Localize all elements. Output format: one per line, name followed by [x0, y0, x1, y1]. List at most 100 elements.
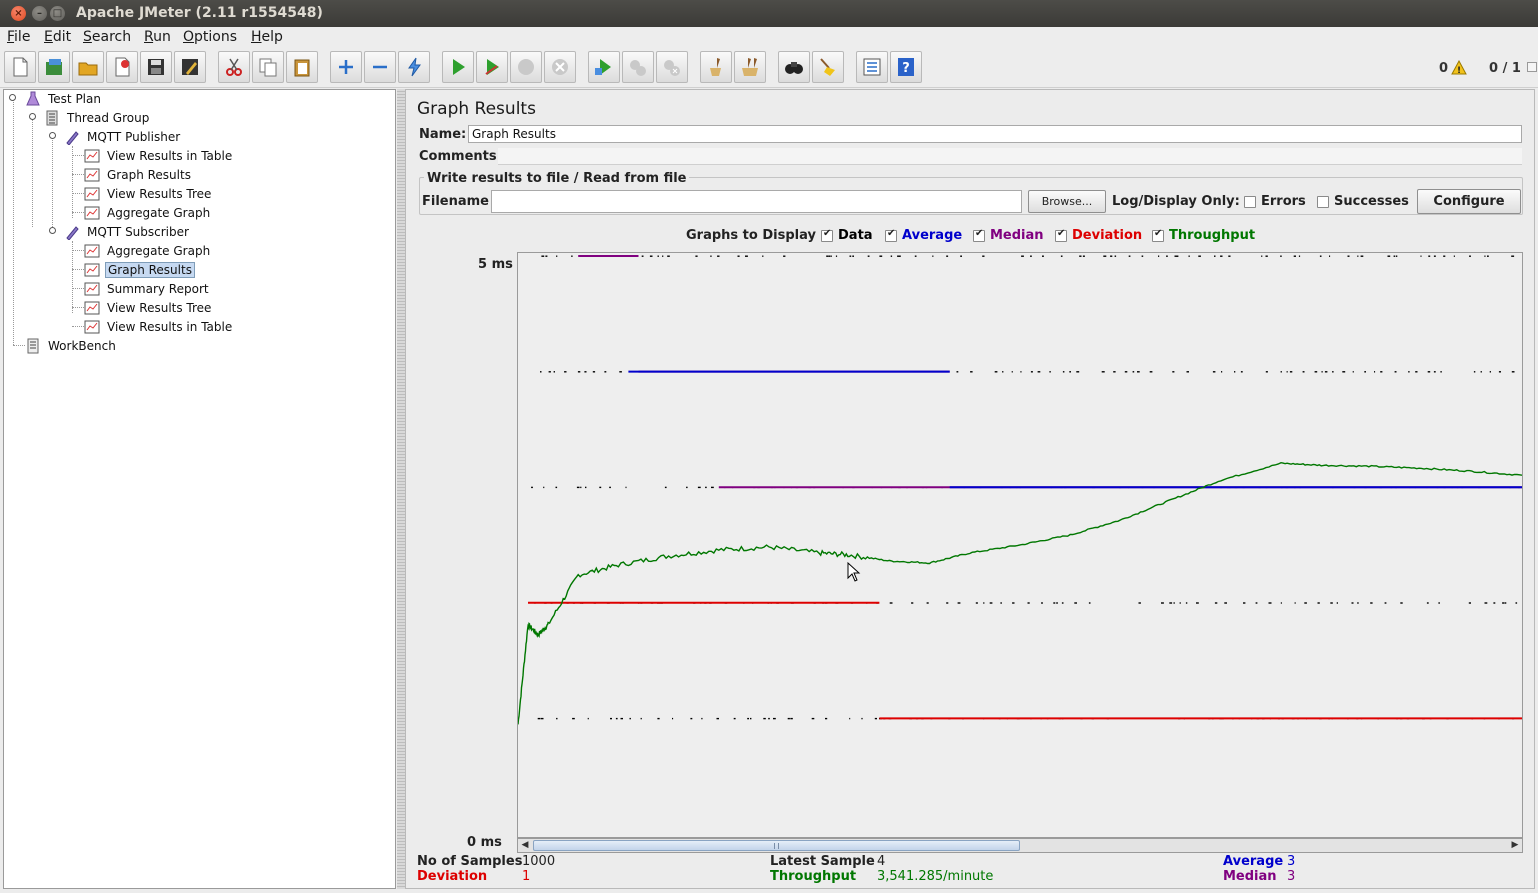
- comments-input[interactable]: [498, 148, 1522, 165]
- shutdown-icon: [552, 59, 568, 75]
- data-graph-checkbox[interactable]: [821, 228, 833, 242]
- save-as-button[interactable]: [174, 51, 206, 83]
- data-point: [1020, 371, 1022, 373]
- deviation-graph-checkbox[interactable]: [1055, 228, 1067, 242]
- data-point: [537, 717, 541, 720]
- tree-item-view-results-tree[interactable]: View Results Tree: [84, 299, 213, 317]
- remote-shutdown-button[interactable]: [656, 51, 688, 83]
- data-point: [1056, 602, 1058, 604]
- data-point: [768, 717, 770, 720]
- shutdown-button[interactable]: [544, 51, 576, 83]
- copy-button[interactable]: [252, 51, 284, 83]
- tree-item-view-results-tree[interactable]: View Results Tree: [84, 185, 213, 203]
- tree-item-aggregate-graph[interactable]: Aggregate Graph: [84, 204, 212, 222]
- stop-button[interactable]: [510, 51, 542, 83]
- data-point: [1468, 602, 1471, 604]
- successes-checkbox[interactable]: [1317, 196, 1329, 208]
- data-point: [1357, 255, 1359, 257]
- tree-item-view-results-in-table[interactable]: View Results in Table: [84, 147, 234, 165]
- search-button[interactable]: [778, 51, 810, 83]
- tree-item-mqtt-subscriber[interactable]: MQTT Subscriber: [64, 223, 191, 241]
- tree-item-summary-report[interactable]: Summary Report: [84, 280, 211, 298]
- throughput-graph-checkbox[interactable]: [1152, 228, 1164, 242]
- menu-edit[interactable]: Edit: [44, 29, 71, 45]
- configure-button[interactable]: Configure: [1417, 189, 1521, 214]
- data-point: [811, 717, 815, 720]
- close-button[interactable]: [106, 51, 138, 83]
- scroll-right-icon[interactable]: ▶: [1509, 840, 1521, 851]
- data-point: [1357, 602, 1359, 604]
- open-button[interactable]: [72, 51, 104, 83]
- start-icon: [453, 59, 465, 75]
- listener-icon: [84, 187, 100, 201]
- reset-search-button[interactable]: [812, 51, 844, 83]
- tree-toggle-mqtt-subscriber[interactable]: [49, 227, 56, 234]
- errors-checkbox[interactable]: [1244, 196, 1256, 208]
- remote-stop-button[interactable]: [622, 51, 654, 83]
- tree-item-mqtt-publisher[interactable]: MQTT Publisher: [64, 128, 182, 146]
- data-point: [889, 602, 893, 604]
- function-helper-button[interactable]: [856, 51, 888, 83]
- menu-file[interactable]: File: [7, 29, 30, 45]
- split-pane-divider[interactable]: [397, 89, 405, 889]
- start-no-pause-button[interactable]: [476, 51, 508, 83]
- menu-search[interactable]: Search: [83, 29, 131, 45]
- window-close-button[interactable]: ×: [11, 6, 26, 21]
- templates-button[interactable]: [38, 51, 70, 83]
- tree-item-graph-results-selected[interactable]: Graph Results: [84, 261, 195, 279]
- data-point: [690, 717, 693, 720]
- window-maximize-button[interactable]: □: [50, 6, 65, 21]
- data-point: [926, 602, 929, 604]
- sampler-icon: [66, 131, 79, 145]
- new-button[interactable]: [4, 51, 36, 83]
- tree-toggle-test-plan[interactable]: [9, 94, 16, 101]
- toggle-button[interactable]: [398, 51, 430, 83]
- page-title: Graph Results: [417, 99, 536, 119]
- clear-all-button[interactable]: [734, 51, 766, 83]
- menu-help[interactable]: Help: [251, 29, 283, 45]
- menu-run[interactable]: Run: [144, 29, 171, 45]
- data-point: [745, 255, 748, 257]
- median-graph-checkbox[interactable]: [973, 228, 985, 242]
- scrollbar-thumb[interactable]: [533, 840, 1020, 851]
- data-point: [717, 255, 720, 257]
- data-point: [657, 255, 659, 257]
- filename-input[interactable]: [491, 190, 1022, 213]
- data-point: [879, 255, 883, 257]
- data-point: [1220, 255, 1223, 257]
- average-graph-checkbox[interactable]: [885, 228, 897, 242]
- tree-item-thread-group[interactable]: Thread Group: [44, 109, 151, 127]
- browse-button[interactable]: Browse...: [1028, 190, 1106, 213]
- tree-guide: [72, 212, 84, 213]
- scroll-left-icon[interactable]: ◀: [519, 840, 531, 851]
- data-point: [1324, 371, 1328, 373]
- tree-item-graph-results[interactable]: Graph Results: [84, 166, 193, 184]
- tree-item-aggregate-graph[interactable]: Aggregate Graph: [84, 242, 212, 260]
- tree-toggle-thread-group[interactable]: [29, 113, 36, 120]
- remote-start-button[interactable]: [588, 51, 620, 83]
- help-button[interactable]: ?: [890, 51, 922, 83]
- paste-button[interactable]: [286, 51, 318, 83]
- expand-button[interactable]: [330, 51, 362, 83]
- tree-toggle-mqtt-publisher[interactable]: [49, 132, 56, 139]
- menu-options[interactable]: Options: [183, 29, 237, 45]
- collapse-button[interactable]: [364, 51, 396, 83]
- window-minimize-button[interactable]: –: [32, 6, 47, 21]
- clear-button[interactable]: [700, 51, 732, 83]
- warning-icon[interactable]: !: [1451, 60, 1467, 75]
- tree-item-workbench[interactable]: WorkBench: [25, 337, 118, 355]
- start-button[interactable]: [442, 51, 474, 83]
- median-stat-label: Median: [1223, 869, 1277, 884]
- data-point: [576, 486, 580, 489]
- data-point: [1489, 371, 1491, 373]
- name-input[interactable]: [468, 125, 1522, 143]
- tree-item-test-plan[interactable]: Test Plan: [25, 90, 103, 108]
- tree-guide: [13, 98, 14, 345]
- data-point: [548, 371, 551, 373]
- tree-item-view-results-in-table[interactable]: View Results in Table: [84, 318, 234, 336]
- workbench-icon: [27, 338, 39, 354]
- remote-shutdown-icon: [664, 60, 680, 76]
- save-button[interactable]: [140, 51, 172, 83]
- cut-button[interactable]: [218, 51, 250, 83]
- graph-horizontal-scrollbar[interactable]: ◀ ▶: [517, 838, 1523, 853]
